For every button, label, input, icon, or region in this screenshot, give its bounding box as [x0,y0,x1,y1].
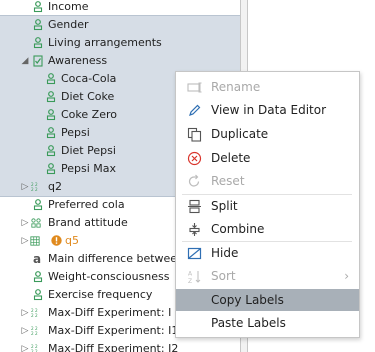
pencil-icon [189,104,201,116]
text-variable-icon: a [33,252,42,266]
svg-text:2 2: 2 2 [31,313,38,318]
variable-icon [33,271,43,283]
menu-item-reset[interactable]: Reset [176,170,359,192]
tree-row-label: Income [48,0,89,13]
delete-icon [187,151,202,166]
tree-row-income[interactable]: Income [0,0,240,16]
tree-row-label: Max-Diff Experiment: I1 [48,324,179,337]
tree-row-label: Gender [48,18,89,31]
menu-item-label: Rename [211,80,261,94]
tree-row-label: Diet Coke [61,90,115,103]
menu-item-label: Copy Labels [211,293,284,307]
tree-row-label: q2 [48,180,62,193]
expand-triangle-icon[interactable]: ▷ [20,340,30,352]
tree-row-label: Coke Zero [61,108,117,121]
tree-row-label: q5 [65,234,79,247]
menu-item-duplicate[interactable]: Duplicate [176,123,359,145]
grid-icon [31,218,41,228]
sort-icon: AZ [188,271,201,284]
menu-item-combine[interactable]: Combine [176,218,359,240]
warning-icon [51,235,62,246]
tree-row-label: Brand attitude [48,216,128,229]
menu-item-delete[interactable]: Delete [176,147,359,169]
variable-icon [46,127,56,139]
menu-item-paste-labels[interactable]: Paste Labels [176,312,359,334]
menu-item-sort[interactable]: AZ Sort › [176,265,359,287]
tree-row-label: Exercise frequency [48,288,153,301]
rename-icon [187,82,202,93]
combine-icon [189,223,200,236]
grid-variable-set-icon: 2 22 2 [31,308,38,318]
menu-item-rename[interactable]: Rename [176,76,359,98]
grid-variable-set-icon: 2 22 2 [31,182,38,192]
menu-item-hide[interactable]: Hide [176,242,359,264]
reset-icon [188,174,200,187]
tree-row-living-arrangements[interactable]: Living arrangements [0,34,240,53]
tree-row-label: Pepsi Max [61,162,117,175]
submenu-arrow-icon: › [344,269,349,283]
grid-variable-set-icon: 2 22 2 [31,344,38,352]
svg-text:Z: Z [188,278,192,284]
variable-icon [46,91,56,103]
grid-variable-set-icon: 2 22 2 [31,326,38,336]
grid-icon [30,236,40,246]
context-menu: Rename View in Data Editor Duplicate Del… [175,71,360,338]
hide-icon [187,247,202,260]
variable-icon [33,289,43,301]
menu-item-label: Split [211,199,238,213]
menu-item-label: Combine [211,222,265,236]
menu-item-label: Delete [211,151,251,165]
expand-triangle-icon[interactable]: ▷ [20,214,30,232]
tree-row-label: Awareness [48,54,108,67]
tree-row-label: Pepsi [61,126,90,139]
numeric-variable-icon [33,1,43,13]
svg-text:A: A [188,271,193,278]
variable-icon [33,199,43,211]
variable-icon [46,145,56,157]
expand-triangle-icon[interactable]: ▷ [20,232,30,250]
expand-triangle-icon[interactable]: ▷ [20,322,30,340]
variable-icon [46,73,56,85]
collapse-triangle-icon[interactable]: ◢ [20,52,30,70]
split-icon [188,199,201,214]
variable-icon [33,37,43,49]
tree-row-label: Max-Diff Experiment: I [48,306,172,319]
tree-row-label: Weight-consciousness [48,270,170,283]
tree-row-label: Coca-Cola [61,72,117,85]
variable-icon [33,19,43,31]
tree-row-gender[interactable]: Gender [0,15,240,35]
variable-icon [46,163,56,175]
menu-item-label: Paste Labels [211,316,286,330]
tree-row-label: Diet Pepsi [61,144,116,157]
tree-row-awareness[interactable]: ◢ Awareness [0,52,240,71]
tree-row-label: Main difference between [48,252,185,265]
tree-row-label: Living arrangements [48,36,162,49]
expand-triangle-icon[interactable]: ▷ [20,178,30,196]
duplicate-icon [187,127,202,142]
menu-item-label: View in Data Editor [211,103,327,117]
svg-text:2 2: 2 2 [31,187,38,192]
menu-item-label: Duplicate [211,127,269,141]
svg-text:2 2: 2 2 [31,331,38,336]
menu-item-split[interactable]: Split [176,195,359,217]
menu-item-view-in-data-editor[interactable]: View in Data Editor [176,99,359,121]
menu-item-label: Sort [211,269,236,283]
tree-row-maxdiff-i2[interactable]: ▷ 2 22 2 Max-Diff Experiment: I2 [0,340,240,352]
tree-row-label: Max-Diff Experiment: I2 [48,342,179,352]
menu-item-copy-labels[interactable]: Copy Labels [176,289,359,311]
menu-item-label: Reset [211,174,245,188]
variable-icon [46,109,56,121]
variable-set-icon [33,55,43,67]
tree-row-label: Preferred cola [48,198,125,211]
menu-item-label: Hide [211,246,239,260]
expand-triangle-icon[interactable]: ▷ [20,304,30,322]
